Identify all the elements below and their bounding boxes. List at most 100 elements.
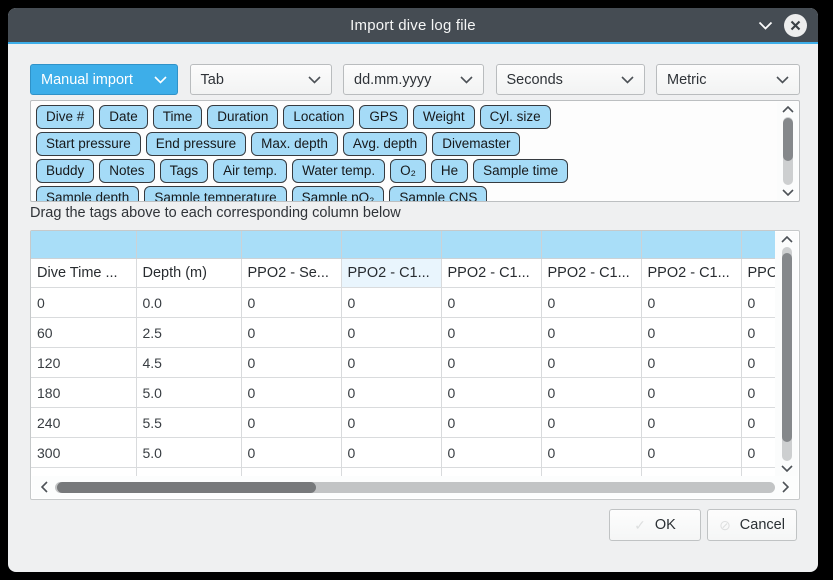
drop-target-cell[interactable] (541, 231, 641, 259)
tag-weight[interactable]: Weight (413, 105, 475, 129)
table-cell: 0 (641, 288, 741, 318)
shade-window-button[interactable] (758, 21, 773, 30)
field-separator-select[interactable]: Tab (190, 64, 332, 95)
cancel-icon: ⊘ (719, 517, 731, 534)
tag-water-temp[interactable]: Water temp. (292, 159, 385, 183)
chevron-down-icon (460, 76, 473, 84)
tag-sample-temperature[interactable]: Sample temperature (144, 186, 286, 201)
scroll-left-icon[interactable] (41, 481, 48, 493)
scrollbar-thumb[interactable] (782, 253, 792, 441)
date-format-select[interactable]: dd.mm.yyyy (343, 64, 484, 95)
tag-avg-depth[interactable]: Avg. depth (343, 132, 427, 156)
column-header: PPO2 - C1... (541, 259, 641, 288)
tag-sample-time[interactable]: Sample time (473, 159, 568, 183)
drag-instruction-label: Drag the tags above to each correspondin… (30, 205, 401, 221)
scroll-right-icon[interactable] (782, 481, 789, 493)
table-cell: 0 (341, 348, 441, 378)
table-cell: 0 (341, 408, 441, 438)
import-mode-select[interactable]: Manual import (30, 64, 178, 95)
tag-o[interactable]: O₂ (390, 159, 426, 183)
cancel-button-label: Cancel (740, 517, 785, 533)
cancel-button[interactable]: ⊘ Cancel (707, 509, 797, 541)
table-cell: 0 (341, 438, 441, 468)
tag-sample-po[interactable]: Sample pO₂ (292, 186, 385, 201)
table-viewport: Dive Time ...Depth (m)PPO2 - Se...PPO2 -… (31, 231, 775, 476)
table-cell: 0 (541, 378, 641, 408)
table-cell: 0 (741, 438, 775, 468)
chevron-down-icon (154, 76, 167, 84)
table-cell: 0 (641, 378, 741, 408)
drop-target-cell[interactable] (441, 231, 541, 259)
table-cell: 0 (31, 288, 136, 318)
tag-duration[interactable]: Duration (207, 105, 278, 129)
scrollbar-thumb[interactable] (783, 118, 793, 160)
tag-pool-scrollbar[interactable] (777, 102, 798, 200)
table-cell: 0 (641, 408, 741, 438)
scrollbar-track[interactable] (55, 482, 775, 493)
date-format-value: dd.mm.yyyy (354, 72, 431, 88)
table-cell: 0 (241, 318, 341, 348)
table-cell: 0 (241, 348, 341, 378)
tag-time[interactable]: Time (153, 105, 203, 129)
close-button[interactable] (784, 14, 807, 37)
drop-target-cell[interactable] (341, 231, 441, 259)
time-format-select[interactable]: Seconds (496, 64, 645, 95)
tag-he[interactable]: He (431, 159, 468, 183)
table-cell: 300 (31, 438, 136, 468)
import-dialog-window: Import dive log file Manual import Tab d… (8, 8, 818, 572)
table-cell: 240 (31, 408, 136, 438)
titlebar-controls (758, 8, 807, 42)
scroll-up-icon[interactable] (782, 106, 794, 113)
tag-divemaster[interactable]: Divemaster (432, 132, 520, 156)
drop-target-row (31, 231, 775, 259)
table-vertical-scrollbar[interactable] (775, 232, 798, 476)
tag-tags[interactable]: Tags (160, 159, 209, 183)
tag-row: Dive #DateTimeDurationLocationGPSWeightC… (36, 105, 773, 129)
units-system-select[interactable]: Metric (656, 64, 800, 95)
table-cell: 0 (241, 408, 341, 438)
scrollbar-track[interactable] (783, 117, 793, 185)
scrollbar-track[interactable] (782, 247, 792, 461)
table-cell: 0 (541, 288, 641, 318)
tag-air-temp[interactable]: Air temp. (213, 159, 287, 183)
table-horizontal-scrollbar[interactable] (32, 476, 798, 498)
table-cell: 0 (741, 378, 775, 408)
table-cell: 0 (741, 288, 775, 318)
tag-date[interactable]: Date (99, 105, 148, 129)
tag-location[interactable]: Location (283, 105, 354, 129)
column-header: Depth (m) (136, 259, 241, 288)
drop-target-cell[interactable] (31, 231, 136, 259)
tag-notes[interactable]: Notes (99, 159, 154, 183)
tag-cyl-size[interactable]: Cyl. size (480, 105, 551, 129)
tag-dive[interactable]: Dive # (36, 105, 94, 129)
table-cell: 5.0 (136, 438, 241, 468)
scroll-down-icon[interactable] (782, 189, 794, 196)
tag-max-depth[interactable]: Max. depth (251, 132, 338, 156)
table-cell: 0 (441, 318, 541, 348)
table-cell: 0 (741, 408, 775, 438)
drop-target-cell[interactable] (241, 231, 341, 259)
table-cell: 0 (441, 378, 541, 408)
tag-row: Start pressureEnd pressureMax. depthAvg.… (36, 132, 773, 156)
titlebar-accent-line (8, 42, 818, 44)
tag-sample-cns[interactable]: Sample CNS (389, 186, 487, 201)
drop-target-cell[interactable] (741, 231, 775, 259)
tag-sample-depth[interactable]: Sample depth (36, 186, 139, 201)
drop-target-cell[interactable] (136, 231, 241, 259)
drop-target-cell[interactable] (641, 231, 741, 259)
dialog-button-row: ✓ OK ⊘ Cancel (609, 509, 797, 541)
ok-button[interactable]: ✓ OK (609, 509, 701, 541)
table-cell: 0 (241, 438, 341, 468)
scrollbar-thumb[interactable] (57, 482, 316, 493)
import-preview-table: Dive Time ...Depth (m)PPO2 - Se...PPO2 -… (31, 231, 775, 476)
table-cell: 0 (341, 378, 441, 408)
tag-buddy[interactable]: Buddy (36, 159, 94, 183)
table-cell: 0 (441, 438, 541, 468)
tag-end-pressure[interactable]: End pressure (146, 132, 246, 156)
tag-start-pressure[interactable]: Start pressure (36, 132, 141, 156)
table-cell: 0 (741, 318, 775, 348)
scroll-up-icon[interactable] (781, 236, 793, 243)
titlebar[interactable]: Import dive log file (8, 8, 818, 42)
scroll-down-icon[interactable] (781, 465, 793, 472)
tag-gps[interactable]: GPS (359, 105, 408, 129)
